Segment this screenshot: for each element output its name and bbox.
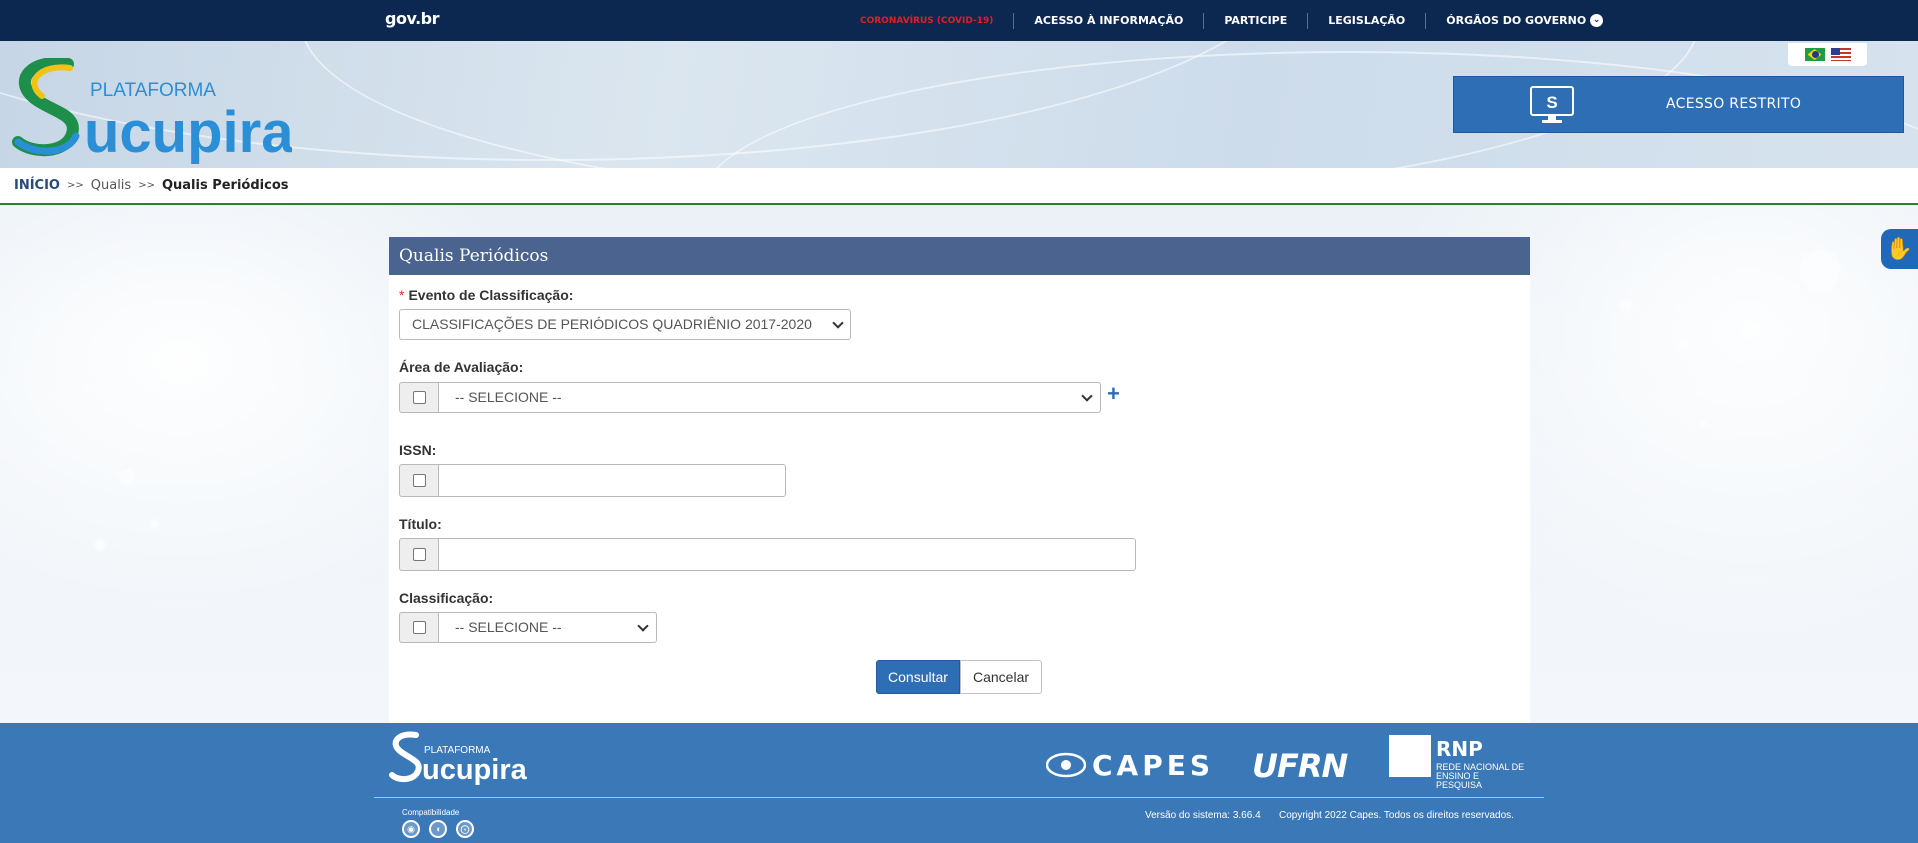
- issn-checkbox-addon: [399, 464, 438, 497]
- evento-select-value: CLASSIFICAÇÕES DE PERIÓDICOS QUADRIÊNIO …: [412, 316, 812, 332]
- sucupira-logo[interactable]: PLATAFORMA ucupira: [12, 58, 292, 164]
- classificacao-checkbox-addon: [399, 612, 438, 643]
- link-orgaos-governo[interactable]: ÓRGÃOS DO GOVERNO ⌄: [1425, 12, 1623, 29]
- bubble-decoration: [1680, 340, 1689, 349]
- orgaos-label: ÓRGÃOS DO GOVERNO: [1446, 13, 1587, 27]
- govbr-logo[interactable]: gov.br: [385, 9, 440, 28]
- area-group: -- SELECIONE --: [399, 382, 1101, 413]
- chrome-icon: ◉: [402, 820, 420, 838]
- evento-select[interactable]: CLASSIFICAÇÕES DE PERIÓDICOS QUADRIÊNIO …: [399, 309, 851, 340]
- bubble-decoration: [1620, 300, 1632, 312]
- titulo-checkbox-addon: [399, 538, 438, 571]
- safari-icon: ⨀: [456, 820, 474, 838]
- classificacao-select[interactable]: -- SELECIONE --: [438, 612, 657, 643]
- issn-input[interactable]: [438, 464, 786, 497]
- brazil-flag-icon[interactable]: [1804, 48, 1825, 61]
- classificacao-select-value: -- SELECIONE --: [455, 619, 562, 635]
- issn-checkbox[interactable]: [412, 474, 426, 487]
- usa-flag-icon[interactable]: [1830, 48, 1851, 61]
- breadcrumb-separator: >>: [138, 180, 155, 191]
- chevron-down-icon: ⌄: [1590, 14, 1604, 27]
- titulo-checkbox[interactable]: [412, 548, 426, 561]
- breadcrumb-qualis[interactable]: Qualis: [91, 178, 131, 193]
- bubble-decoration: [1700, 420, 1707, 427]
- required-mark: *: [399, 287, 405, 303]
- breadcrumb-current: Qualis Periódicos: [161, 178, 289, 193]
- issn-label: ISSN:: [399, 442, 437, 458]
- link-legislacao[interactable]: LEGISLAÇÃO: [1307, 12, 1425, 29]
- classificacao-checkbox[interactable]: [412, 621, 426, 634]
- compatibility-icons: ◉ ◖ ⨀: [402, 820, 474, 838]
- gov-links: CORONAVÍRUS (COVID-19) ACESSO À INFORMAÇ…: [840, 0, 1623, 41]
- breadcrumb-home[interactable]: INÍCIO: [14, 178, 60, 193]
- footer-logo-main: ucupira: [422, 754, 528, 785]
- titulo-label: Título:: [399, 516, 442, 532]
- titulo-input[interactable]: [438, 538, 1136, 571]
- area-select[interactable]: -- SELECIONE --: [438, 382, 1101, 413]
- svg-text:S: S: [1546, 93, 1557, 112]
- evento-label: * Evento de Classificação:: [399, 287, 573, 303]
- area-label: Área de Avaliação:: [399, 359, 524, 375]
- link-participe[interactable]: PARTICIPE: [1203, 12, 1307, 29]
- area-checkbox-addon: [399, 382, 438, 413]
- area-checkbox[interactable]: [412, 391, 426, 404]
- add-area-button[interactable]: +: [1107, 383, 1120, 405]
- accessibility-hand-icon[interactable]: ✋: [1881, 229, 1918, 269]
- monitor-icon: S: [1530, 86, 1574, 123]
- evento-label-text: Evento de Classificação:: [408, 287, 574, 303]
- capes-logo[interactable]: CAPES: [1092, 749, 1214, 782]
- ufrn-logo[interactable]: UFRN: [1252, 747, 1348, 785]
- breadcrumb: INÍCIO >> Qualis >> Qualis Periódicos: [0, 168, 1918, 205]
- footer-sucupira-logo[interactable]: PLATAFORMA ucupira: [388, 731, 528, 785]
- language-flags: [1788, 43, 1867, 66]
- rnp-subtitle: REDE NACIONAL DE ENSINO E PESQUISA: [1436, 762, 1525, 790]
- cancelar-button[interactable]: Cancelar: [960, 660, 1042, 694]
- link-coronavirus[interactable]: CORONAVÍRUS (COVID-19): [840, 13, 1013, 29]
- system-version: Versão do sistema: 3.66.4: [1145, 810, 1261, 821]
- bubble-decoration: [95, 540, 105, 550]
- restricted-access-button[interactable]: S ACESSO RESTRITO: [1453, 76, 1904, 133]
- bubble-decoration: [120, 470, 134, 484]
- chevron-down-icon: [832, 317, 844, 329]
- issn-group: [399, 464, 786, 497]
- link-acesso-informacao[interactable]: ACESSO À INFORMAÇÃO: [1013, 12, 1203, 29]
- site-footer: PLATAFORMA ucupira CAPES UFRN RNP REDE N…: [0, 723, 1918, 843]
- compatibility-label: Compatibilidade: [402, 808, 460, 817]
- area-select-value: -- SELECIONE --: [455, 389, 562, 405]
- firefox-icon: ◖: [429, 820, 447, 838]
- rnp-emblem-icon: [1389, 735, 1431, 777]
- logo-main-text: ucupira: [84, 100, 292, 164]
- classificacao-group: -- SELECIONE --: [399, 612, 657, 643]
- logo-top-text: PLATAFORMA: [90, 80, 216, 101]
- footer-divider: [374, 797, 1544, 798]
- bubble-decoration: [1800, 250, 1840, 290]
- classificacao-label: Classificação:: [399, 590, 494, 606]
- qualis-form-panel: Qualis Periódicos * Evento de Classificaç…: [389, 237, 1530, 723]
- gov-bar: gov.br CORONAVÍRUS (COVID-19) ACESSO À I…: [0, 0, 1918, 41]
- capes-eye-icon: [1046, 752, 1086, 778]
- breadcrumb-separator: >>: [66, 180, 84, 191]
- titulo-group: [399, 538, 1136, 571]
- bubble-decoration: [150, 520, 158, 528]
- panel-title: Qualis Periódicos: [389, 237, 1530, 275]
- restricted-access-label: ACESSO RESTRITO: [1666, 96, 1802, 112]
- copyright-text: Copyright 2022 Capes. Todos os direitos …: [1279, 810, 1514, 821]
- chevron-down-icon: [1081, 390, 1093, 402]
- rnp-logo[interactable]: RNP: [1436, 737, 1483, 761]
- chevron-down-icon: [637, 620, 649, 632]
- consultar-button[interactable]: Consultar: [876, 660, 960, 694]
